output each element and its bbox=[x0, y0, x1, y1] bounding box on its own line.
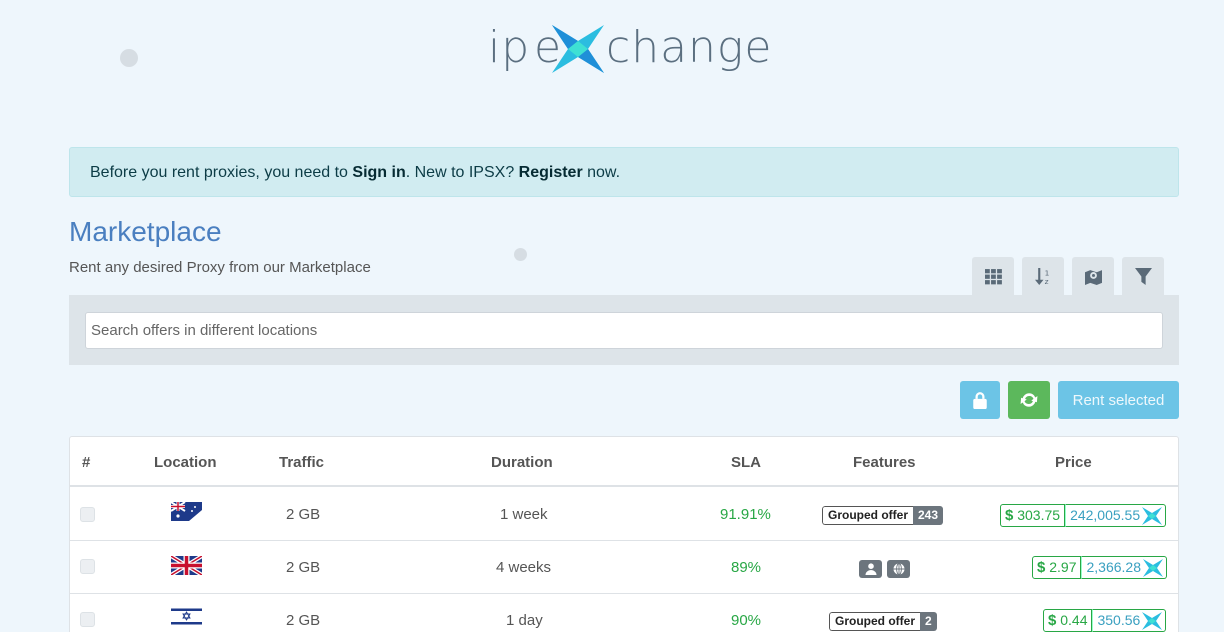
row-checkbox[interactable] bbox=[80, 559, 95, 574]
sign-in-link[interactable]: Sign in bbox=[352, 164, 405, 181]
duration-value: 1 day bbox=[506, 612, 543, 629]
refresh-icon bbox=[1020, 393, 1038, 407]
lock-icon bbox=[973, 392, 987, 409]
offers-table: # Location Traffic Duration SLA Features… bbox=[69, 436, 1179, 632]
page-title: Marketplace bbox=[69, 216, 222, 247]
tab-grid-view[interactable] bbox=[972, 257, 1014, 295]
table-header: # Location Traffic Duration SLA Features… bbox=[70, 437, 1178, 487]
svg-text:z: z bbox=[1044, 276, 1048, 284]
grouped-offer-label: Grouped offer bbox=[829, 612, 920, 631]
alert-middle: . New to IPSX? bbox=[405, 164, 519, 181]
israel-flag-icon bbox=[171, 607, 202, 626]
sla-value: 90% bbox=[731, 612, 762, 629]
price-ipsx-value: 350.56 bbox=[1097, 612, 1141, 628]
row-checkbox[interactable] bbox=[80, 507, 95, 522]
ipsx-token-icon bbox=[1142, 506, 1163, 525]
traffic-value: 2 GB bbox=[286, 506, 321, 523]
register-link[interactable]: Register bbox=[519, 164, 583, 181]
alert-prefix: Before you rent proxies, you need to bbox=[90, 164, 353, 181]
header-num: # bbox=[82, 454, 91, 471]
view-tabs: 1z bbox=[972, 257, 1164, 295]
ipsx-token-icon bbox=[1142, 611, 1163, 630]
price-ipsx-value: 2,366.28 bbox=[1086, 559, 1141, 575]
feature-icons bbox=[859, 560, 910, 578]
table-row[interactable]: 2 GB 1 week 91.91% Grouped offer 243 $ 3… bbox=[70, 488, 1178, 541]
duration-value: 4 weeks bbox=[496, 559, 552, 576]
grid-icon bbox=[984, 268, 1002, 284]
search-input[interactable] bbox=[85, 312, 1163, 349]
tab-map-view[interactable] bbox=[1072, 257, 1114, 295]
price-usd: $ 0.44 bbox=[1043, 609, 1093, 632]
page-subtitle: Rent any desired Proxy from our Marketpl… bbox=[69, 259, 371, 276]
price-display[interactable]: $ 303.75 242,005.55 bbox=[1000, 504, 1167, 527]
header-price[interactable]: Price bbox=[1055, 454, 1092, 471]
price-ipsx-value: 242,005.55 bbox=[1070, 507, 1141, 523]
decorative-dot bbox=[120, 49, 138, 67]
rent-selected-button[interactable]: Rent selected bbox=[1058, 381, 1179, 419]
logo-text-change: change bbox=[606, 22, 773, 73]
header-duration[interactable]: Duration bbox=[491, 454, 553, 471]
price-usd: $ 2.97 bbox=[1032, 556, 1082, 579]
user-icon bbox=[865, 563, 876, 575]
globe-icon bbox=[893, 563, 904, 575]
table-row[interactable]: 2 GB 1 day 90% Grouped offer 2 $ 0.44 35… bbox=[70, 594, 1178, 632]
decorative-dot bbox=[514, 248, 527, 261]
filter-icon bbox=[1134, 267, 1152, 285]
australia-flag-icon bbox=[171, 502, 202, 521]
sort-icon: 1z bbox=[1034, 267, 1049, 285]
united-kingdom-flag-icon bbox=[171, 556, 202, 575]
sla-value: 89% bbox=[731, 559, 762, 576]
header-sla[interactable]: SLA bbox=[731, 454, 761, 471]
tab-sort[interactable]: 1z bbox=[1022, 257, 1064, 295]
grouped-offer-label: Grouped offer bbox=[822, 506, 913, 525]
header-features: Features bbox=[853, 454, 916, 471]
price-display[interactable]: $ 2.97 2,366.28 bbox=[1032, 556, 1167, 579]
header-location[interactable]: Location bbox=[154, 454, 217, 471]
price-ipsx: 242,005.55 bbox=[1065, 504, 1167, 527]
grouped-offer-count: 2 bbox=[920, 612, 937, 631]
traffic-value: 2 GB bbox=[286, 559, 321, 576]
grouped-offer-badge[interactable]: Grouped offer 243 bbox=[822, 506, 944, 525]
traffic-value: 2 GB bbox=[286, 612, 321, 629]
grouped-offer-badge[interactable]: Grouped offer 2 bbox=[829, 612, 937, 631]
price-usd: $ 303.75 bbox=[1000, 504, 1066, 527]
search-panel bbox=[69, 295, 1179, 365]
user-feature-badge bbox=[859, 560, 882, 578]
sla-value: 91.91% bbox=[720, 506, 771, 523]
table-row[interactable]: 2 GB 4 weeks 89% $ 2.97 2,366.28 bbox=[70, 541, 1178, 594]
map-icon bbox=[1084, 269, 1102, 285]
alert-suffix: now. bbox=[582, 164, 621, 181]
ipsx-token-icon bbox=[1142, 558, 1163, 577]
price-ipsx: 2,366.28 bbox=[1081, 556, 1167, 579]
globe-feature-badge bbox=[887, 560, 910, 578]
duration-value: 1 week bbox=[500, 506, 548, 523]
logo-text-ip: ip bbox=[488, 22, 531, 73]
price-usd-value: 303.75 bbox=[1017, 507, 1061, 523]
tab-filter[interactable] bbox=[1122, 257, 1164, 295]
price-usd-value: 2.97 bbox=[1049, 559, 1077, 575]
price-display[interactable]: $ 0.44 350.56 bbox=[1043, 609, 1167, 632]
lock-button[interactable] bbox=[960, 381, 1000, 419]
price-usd-value: 0.44 bbox=[1060, 612, 1088, 628]
row-checkbox[interactable] bbox=[80, 612, 95, 627]
refresh-button[interactable] bbox=[1008, 381, 1050, 419]
logo-x-icon bbox=[552, 25, 604, 73]
header-traffic[interactable]: Traffic bbox=[279, 454, 324, 471]
ipexchange-logo[interactable]: ip e change bbox=[488, 18, 771, 78]
grouped-offer-count: 243 bbox=[913, 506, 944, 525]
sign-in-alert: Before you rent proxies, you need to Sig… bbox=[69, 147, 1179, 197]
price-ipsx: 350.56 bbox=[1092, 609, 1167, 632]
